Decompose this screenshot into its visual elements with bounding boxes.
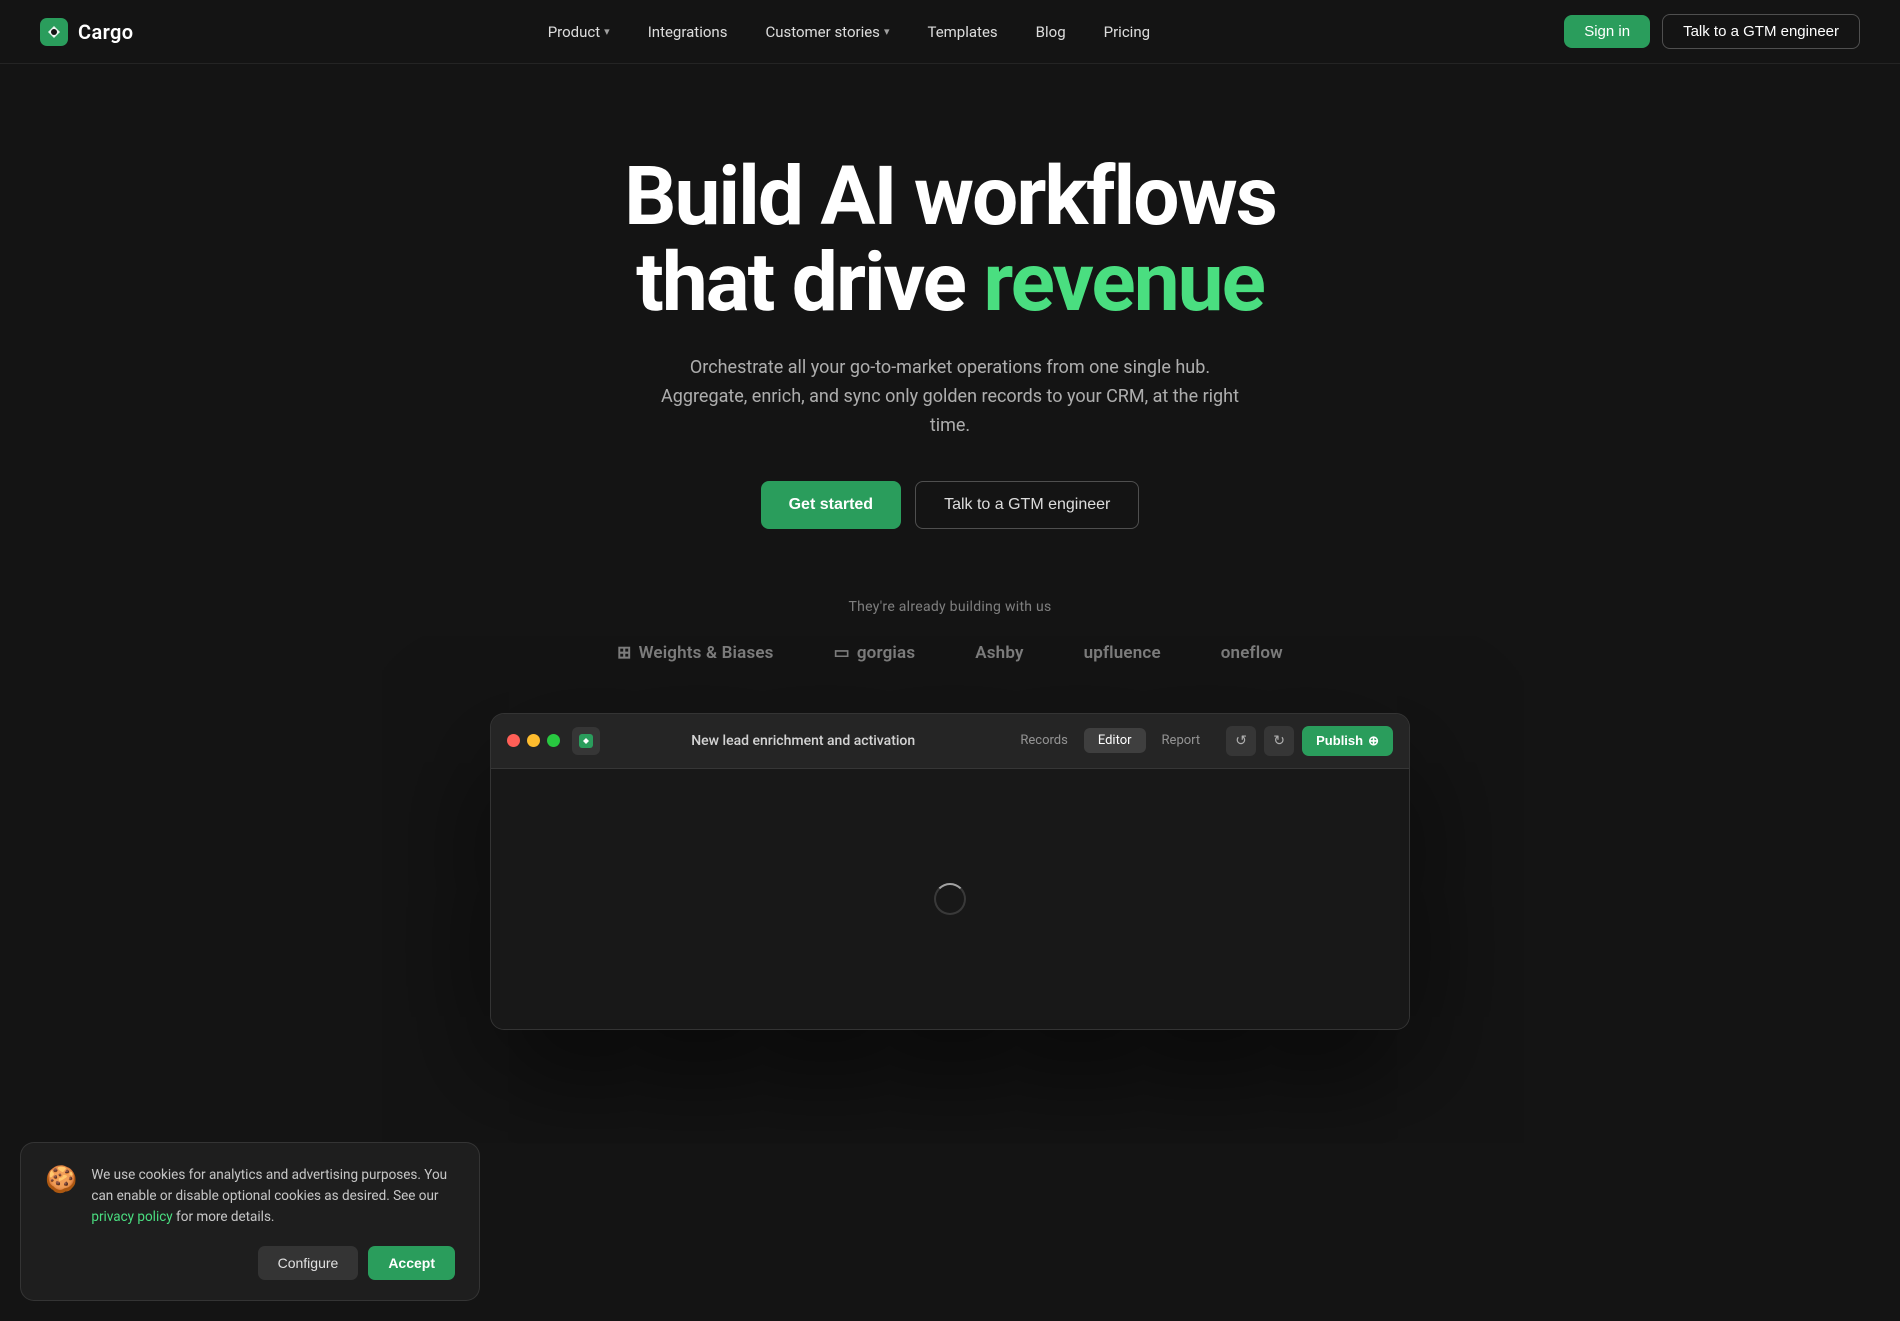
nav-customer-stories[interactable]: Customer stories ▾ xyxy=(749,15,905,49)
nav-integrations[interactable]: Integrations xyxy=(632,15,744,49)
app-tabs: Records Editor Report xyxy=(1006,728,1214,753)
app-tab-editor[interactable]: Editor xyxy=(1084,728,1146,753)
cookie-banner: 🍪 We use cookies for analytics and adver… xyxy=(20,1142,480,1301)
hero-section: Build AI workflows that drive revenue Or… xyxy=(0,64,1900,1090)
traffic-light-yellow[interactable] xyxy=(527,734,540,747)
nav-pricing[interactable]: Pricing xyxy=(1088,15,1166,49)
app-icon-button[interactable] xyxy=(572,727,600,755)
logo-oneflow: oneflow xyxy=(1221,643,1283,663)
nav-links: Product ▾ Integrations Customer stories … xyxy=(532,15,1166,49)
square-icon: ▭ xyxy=(834,643,850,663)
privacy-policy-link[interactable]: privacy policy xyxy=(91,1209,172,1225)
nav-actions: Sign in Talk to a GTM engineer xyxy=(1564,14,1860,49)
loading-spinner xyxy=(934,883,966,915)
logo-ashby: Ashby xyxy=(975,643,1023,663)
publish-chevron-icon: ⊕ xyxy=(1368,733,1379,749)
traffic-light-red[interactable] xyxy=(507,734,520,747)
cookie-actions: Configure Accept xyxy=(45,1246,455,1280)
logo-weights-biases: ⊞ Weights & Biases xyxy=(617,643,773,663)
app-titlebar: New lead enrichment and activation Recor… xyxy=(491,714,1409,769)
logos-row: ⊞ Weights & Biases ▭ gorgias Ashby upflu… xyxy=(617,643,1283,663)
logo-text: Cargo xyxy=(78,20,134,44)
hero-cta: Get started Talk to a GTM engineer xyxy=(761,481,1140,529)
app-window: New lead enrichment and activation Recor… xyxy=(490,713,1410,1030)
publish-button[interactable]: Publish ⊕ xyxy=(1302,726,1393,756)
sign-in-button[interactable]: Sign in xyxy=(1564,15,1650,48)
cookie-text: We use cookies for analytics and adverti… xyxy=(91,1165,455,1228)
cookie-icon: 🍪 xyxy=(45,1167,77,1228)
nav-blog[interactable]: Blog xyxy=(1020,15,1082,49)
get-started-button[interactable]: Get started xyxy=(761,481,901,529)
navbar: Cargo Product ▾ Integrations Customer st… xyxy=(0,0,1900,64)
nav-product[interactable]: Product ▾ xyxy=(532,15,626,49)
logo-upfluence: upfluence xyxy=(1084,643,1161,663)
chevron-down-icon: ▾ xyxy=(604,25,610,38)
hero-talk-button[interactable]: Talk to a GTM engineer xyxy=(915,481,1139,529)
logo-gorgias: ▭ gorgias xyxy=(834,643,916,663)
redo-button[interactable]: ↻ xyxy=(1264,726,1294,756)
undo-button[interactable]: ↺ xyxy=(1226,726,1256,756)
cookie-top: 🍪 We use cookies for analytics and adver… xyxy=(45,1165,455,1228)
nav-templates[interactable]: Templates xyxy=(911,15,1013,49)
talk-gtm-button[interactable]: Talk to a GTM engineer xyxy=(1662,14,1860,49)
app-logo-icon xyxy=(579,734,593,748)
chevron-down-icon: ▾ xyxy=(884,25,890,38)
accept-button[interactable]: Accept xyxy=(368,1246,455,1280)
configure-button[interactable]: Configure xyxy=(258,1246,359,1280)
hero-subtitle: Orchestrate all your go-to-market operat… xyxy=(660,354,1240,440)
app-body xyxy=(491,769,1409,1029)
app-window-wrap: New lead enrichment and activation Recor… xyxy=(40,713,1860,1030)
app-tab-report[interactable]: Report xyxy=(1148,728,1215,753)
hero-title: Build AI workflows that drive revenue xyxy=(624,154,1276,326)
grid-icon: ⊞ xyxy=(617,643,631,663)
logo[interactable]: Cargo xyxy=(40,18,134,46)
traffic-lights xyxy=(507,734,560,747)
app-tab-records[interactable]: Records xyxy=(1006,728,1081,753)
traffic-light-green[interactable] xyxy=(547,734,560,747)
app-title: New lead enrichment and activation xyxy=(612,733,994,749)
social-proof-text: They're already building with us xyxy=(848,599,1051,615)
app-controls: ↺ ↻ Publish ⊕ xyxy=(1226,726,1393,756)
social-proof: They're already building with us ⊞ Weigh… xyxy=(40,599,1860,663)
